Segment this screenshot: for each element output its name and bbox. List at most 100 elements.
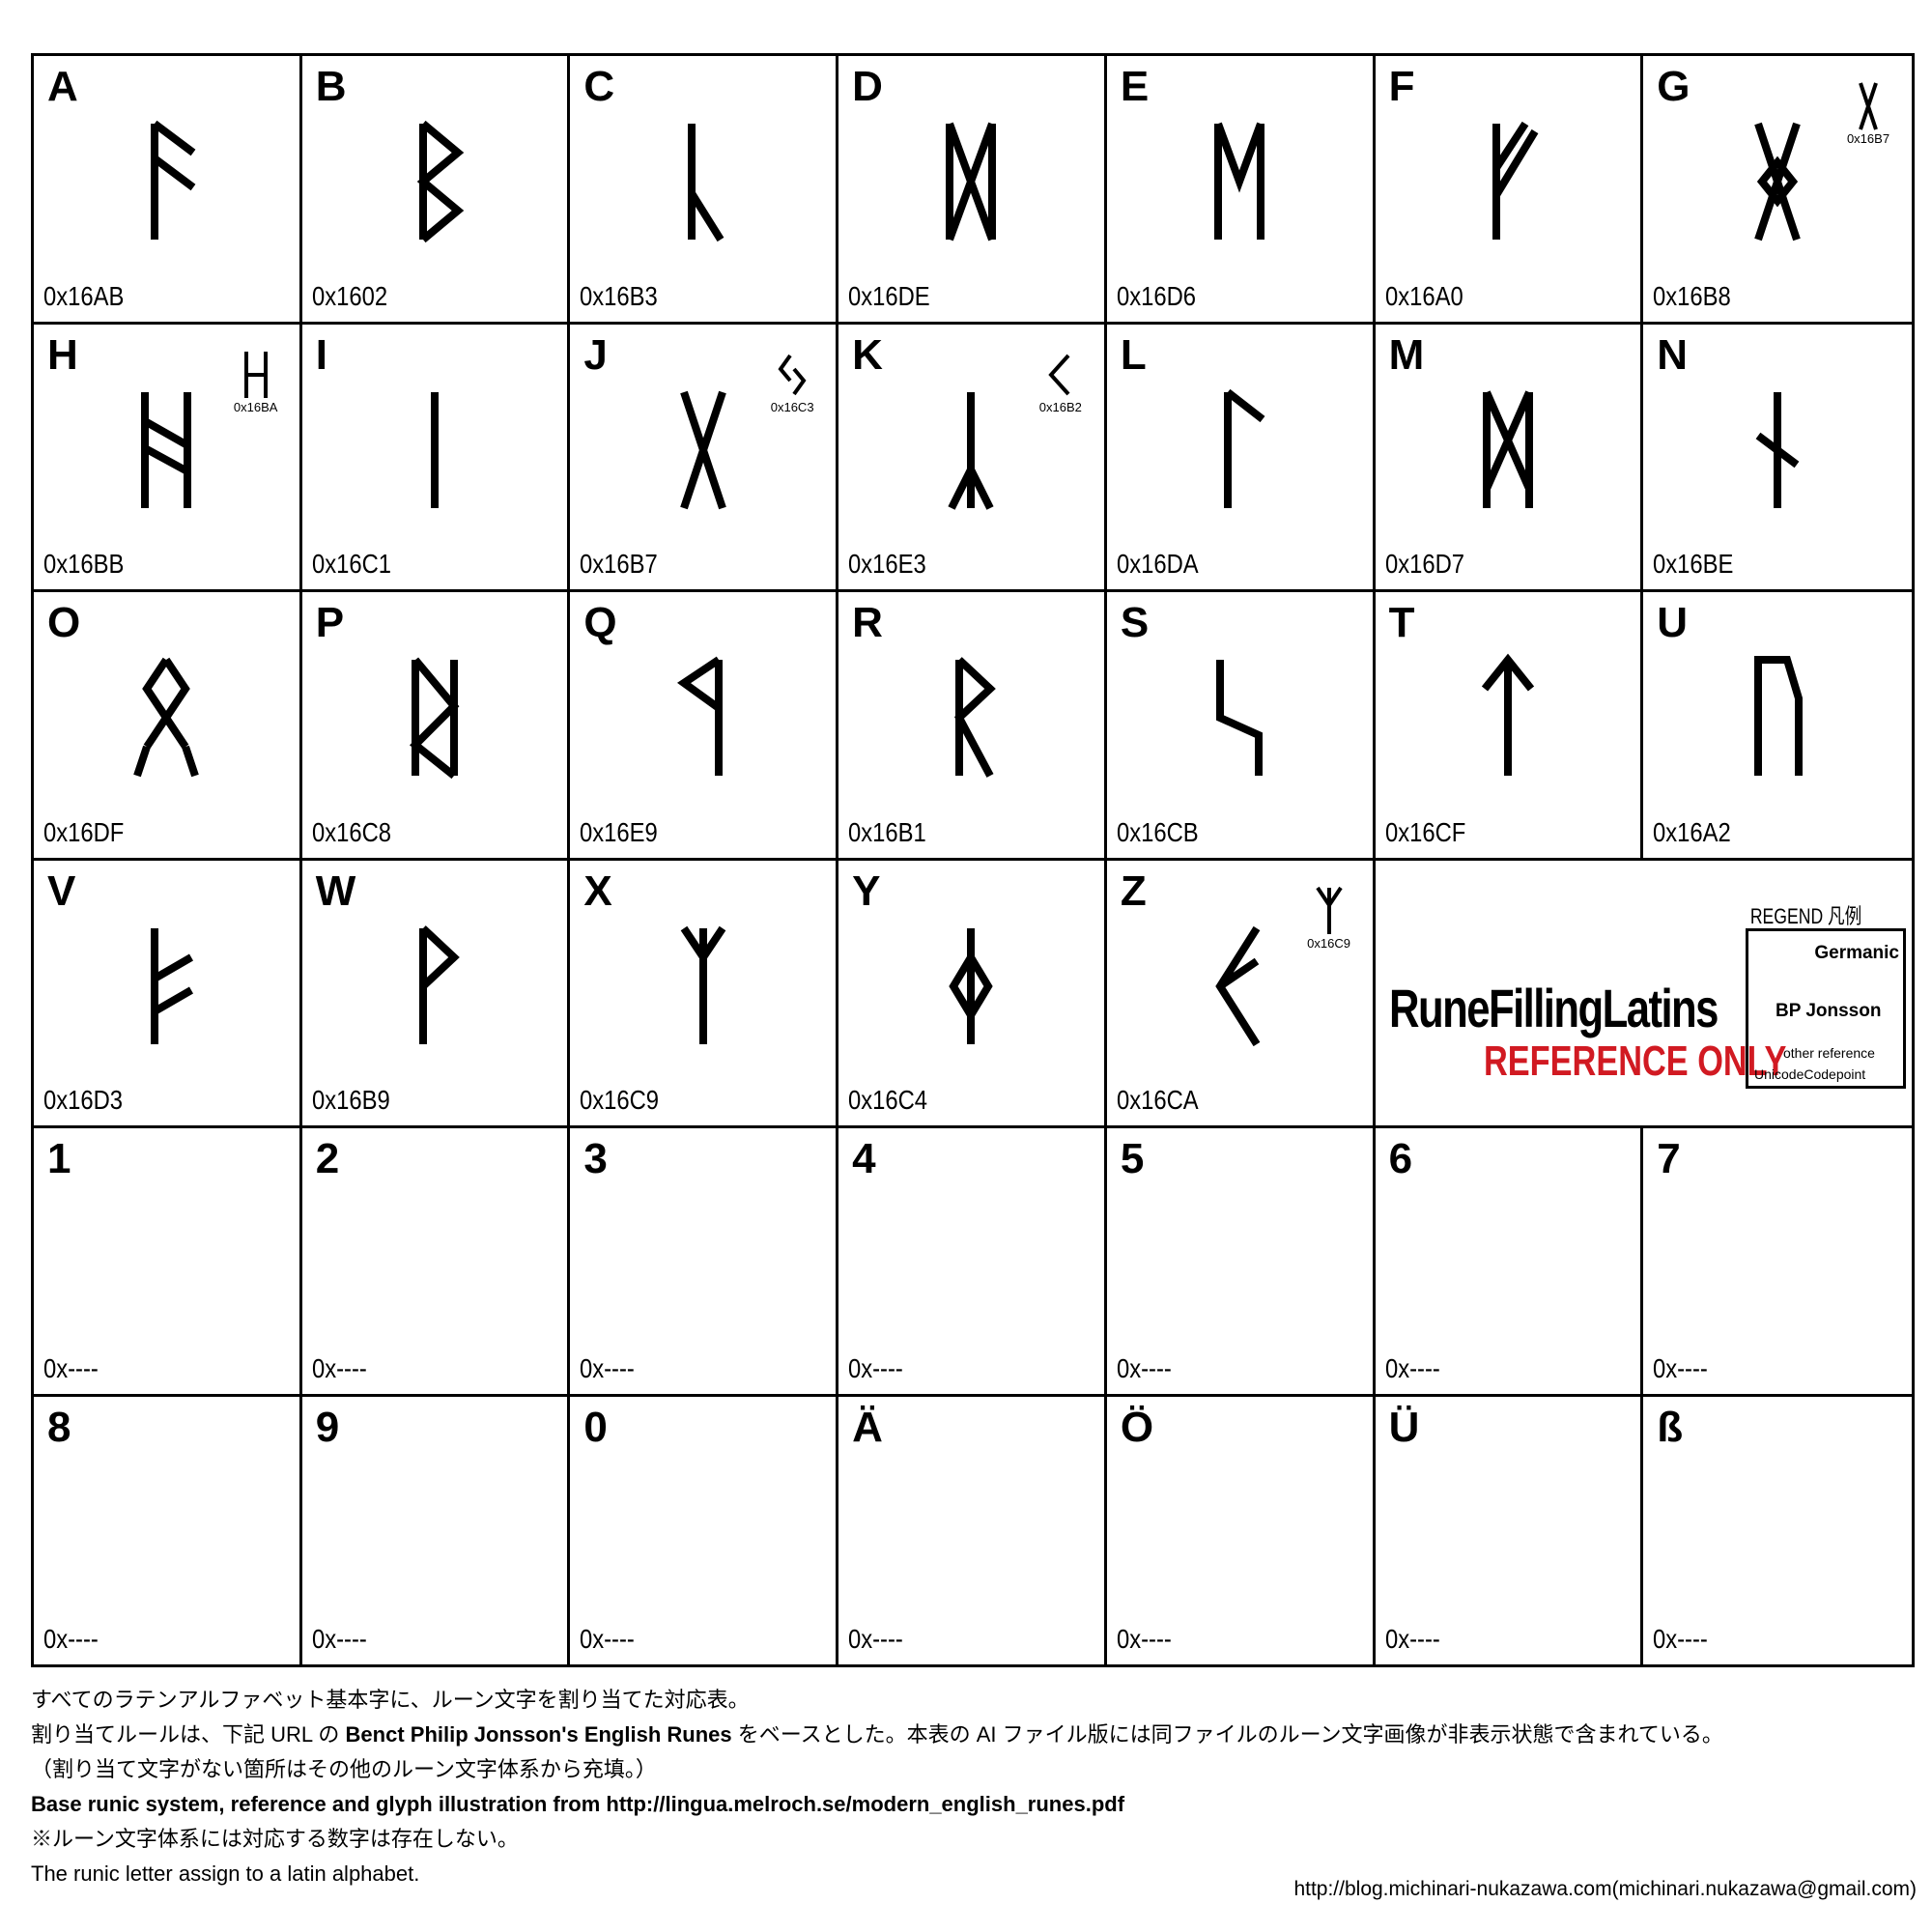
unicode-codepoint: 0x16BB (43, 549, 125, 579)
unicode-codepoint: 0x16A0 (1384, 280, 1463, 311)
latin-letter: N (1657, 330, 1689, 379)
unicode-codepoint: 0x---- (580, 1352, 636, 1383)
note-source-name: Benct Philip Jonsson's English Runes (345, 1722, 732, 1747)
latin-letter: D (852, 63, 883, 110)
latin-letter: 5 (1120, 1135, 1145, 1182)
rune-cell: K 0x16B2 0x16E3 (838, 324, 1107, 592)
latin-letter: Z (1120, 867, 1147, 915)
rune-cell: J 0x16C3 0x16B7 (570, 324, 839, 592)
latin-letter: Ä (852, 1403, 883, 1451)
latin-letter: G (1657, 63, 1690, 110)
rune-glyph-icon (942, 391, 1000, 510)
alternate-rune-glyph-icon (1295, 886, 1363, 934)
latin-letter: X (583, 867, 612, 915)
rune-glyph-icon (674, 124, 732, 242)
latin-letter: M (1388, 330, 1425, 379)
legend-title: REGEND 凡例 (1749, 903, 1861, 928)
unicode-codepoint: 0x16CA (1116, 1085, 1199, 1115)
rune-cell: G 0x16B7 0x16B8 (1643, 56, 1912, 325)
note-line-2: 割り当てルールは、下記 URL の Benct Philip Jonsson's… (31, 1722, 1723, 1747)
rune-cell: P 0x16C8 (301, 592, 571, 861)
rune-cell: N 0x16BE (1643, 325, 1912, 592)
rune-glyph-icon (1748, 391, 1806, 508)
rune-cell: Ü 0x---- (1376, 1396, 1644, 1664)
rune-cell: 3 0x---- (570, 1128, 839, 1397)
rune-glyph-icon (1748, 122, 1806, 242)
unicode-codepoint: 0x---- (848, 1352, 903, 1383)
latin-letter: 6 (1388, 1135, 1413, 1182)
legend-box: Germanic BP Jonsson other reference Unicode… (1746, 927, 1906, 1089)
rune-glyph-icon (942, 122, 1000, 242)
unicode-codepoint: 0x---- (580, 1624, 636, 1654)
rune-cell: R 0x16B1 (838, 592, 1107, 861)
latin-letter: L (1120, 330, 1147, 379)
rune-cell: W 0x16B9 (301, 860, 571, 1128)
rune-glyph-icon (942, 657, 1000, 778)
unicode-codepoint: 0x---- (1653, 1624, 1709, 1654)
latin-letter: J (583, 330, 608, 379)
latin-letter: E (1120, 63, 1150, 110)
unicode-codepoint: 0x16C1 (311, 549, 391, 579)
latin-letter: 1 (47, 1135, 71, 1182)
latin-letter: V (47, 867, 76, 915)
unicode-codepoint: 0x---- (311, 1352, 367, 1383)
alternate-codepoint: 0x16B2 (1038, 399, 1082, 414)
rune-cell: D 0x16DE (838, 56, 1107, 325)
latin-letter: R (852, 599, 883, 646)
latin-letter: F (1388, 63, 1415, 110)
rune-glyph-icon (674, 925, 732, 1044)
rune-glyph-icon (674, 656, 732, 776)
rune-cell: Ä 0x---- (838, 1396, 1107, 1664)
alternate-rune: 0x16BA (222, 351, 290, 414)
note-line-3: （割り当て文字がない箇所はその他のルーン文字体系から充填。） (31, 1757, 657, 1781)
alternate-codepoint: 0x16C3 (770, 399, 814, 414)
rune-glyph-icon (1210, 122, 1268, 240)
rune-cell: 8 0x---- (34, 1396, 302, 1664)
alternate-rune-glyph-icon (222, 351, 290, 398)
unicode-codepoint: 0x16E3 (848, 549, 926, 579)
alternate-codepoint: 0x16C9 (1307, 935, 1350, 951)
rune-cell: X 0x16C9 (570, 860, 839, 1128)
latin-letter: Ü (1388, 1403, 1420, 1451)
rune-glyph-icon (1210, 660, 1268, 776)
rune-cell: 6 0x---- (1375, 1128, 1644, 1397)
alternate-codepoint: 0x16BA (233, 399, 278, 414)
title-block: RuneFillingLatins REFERENCE ONLY REGEND 凡例… (1375, 861, 1912, 1128)
unicode-codepoint: 0x16B1 (848, 816, 926, 847)
unicode-codepoint: 0x16AB (43, 280, 125, 311)
latin-letter: Y (852, 867, 881, 915)
latin-letter: 2 (315, 1135, 340, 1182)
latin-letter: S (1120, 599, 1150, 646)
rune-glyph-icon (137, 391, 195, 508)
rune-glyph-icon (133, 657, 200, 778)
unicode-codepoint: 0x---- (311, 1624, 367, 1654)
note-source-url: Base runic system, reference and glyph i… (31, 1792, 1125, 1816)
rune-glyph-icon (1479, 389, 1537, 508)
unicode-codepoint: 0x16E9 (580, 816, 659, 847)
rune-cell: 0 0x---- (570, 1396, 839, 1664)
legend-codepoint: UnicodeCodepoint (1754, 1065, 1866, 1082)
unicode-codepoint: 0x---- (1653, 1352, 1709, 1383)
note-line-5: ※ルーン文字体系には対応する数字は存在しない。 (31, 1827, 519, 1851)
latin-letter: T (1388, 599, 1415, 646)
rune-glyph-icon (942, 927, 1000, 1044)
unicode-codepoint: 0x16CB (1116, 816, 1199, 847)
rune-cell: O 0x16DF (34, 592, 302, 861)
rune-cell: L 0x16DA (1106, 324, 1376, 592)
rune-cell: 7 0x---- (1643, 1128, 1912, 1397)
rune-cell: Q 0x16E9 (570, 592, 839, 861)
rune-cell: A 0x16AB (34, 56, 302, 325)
unicode-codepoint: 0x16C4 (848, 1085, 928, 1115)
unicode-codepoint: 0x16C9 (580, 1085, 660, 1115)
latin-letter: P (315, 599, 345, 646)
unicode-codepoint: 0x16DF (43, 816, 125, 847)
rune-glyph-icon (406, 120, 465, 243)
rune-cell: U 0x16A2 (1643, 592, 1912, 861)
rune-cell: Z 0x16C9 0x16CA (1106, 860, 1376, 1128)
rune-cell: ß 0x---- (1643, 1397, 1912, 1665)
rune-cell: H 0x16BA 0x16BB (34, 324, 302, 592)
unicode-codepoint: 0x16D6 (1116, 280, 1196, 311)
reference-only-label: REFERENCE ONLY (1483, 1037, 1786, 1085)
rune-glyph-icon (406, 657, 464, 780)
unicode-codepoint: 0x16B9 (311, 1085, 390, 1115)
